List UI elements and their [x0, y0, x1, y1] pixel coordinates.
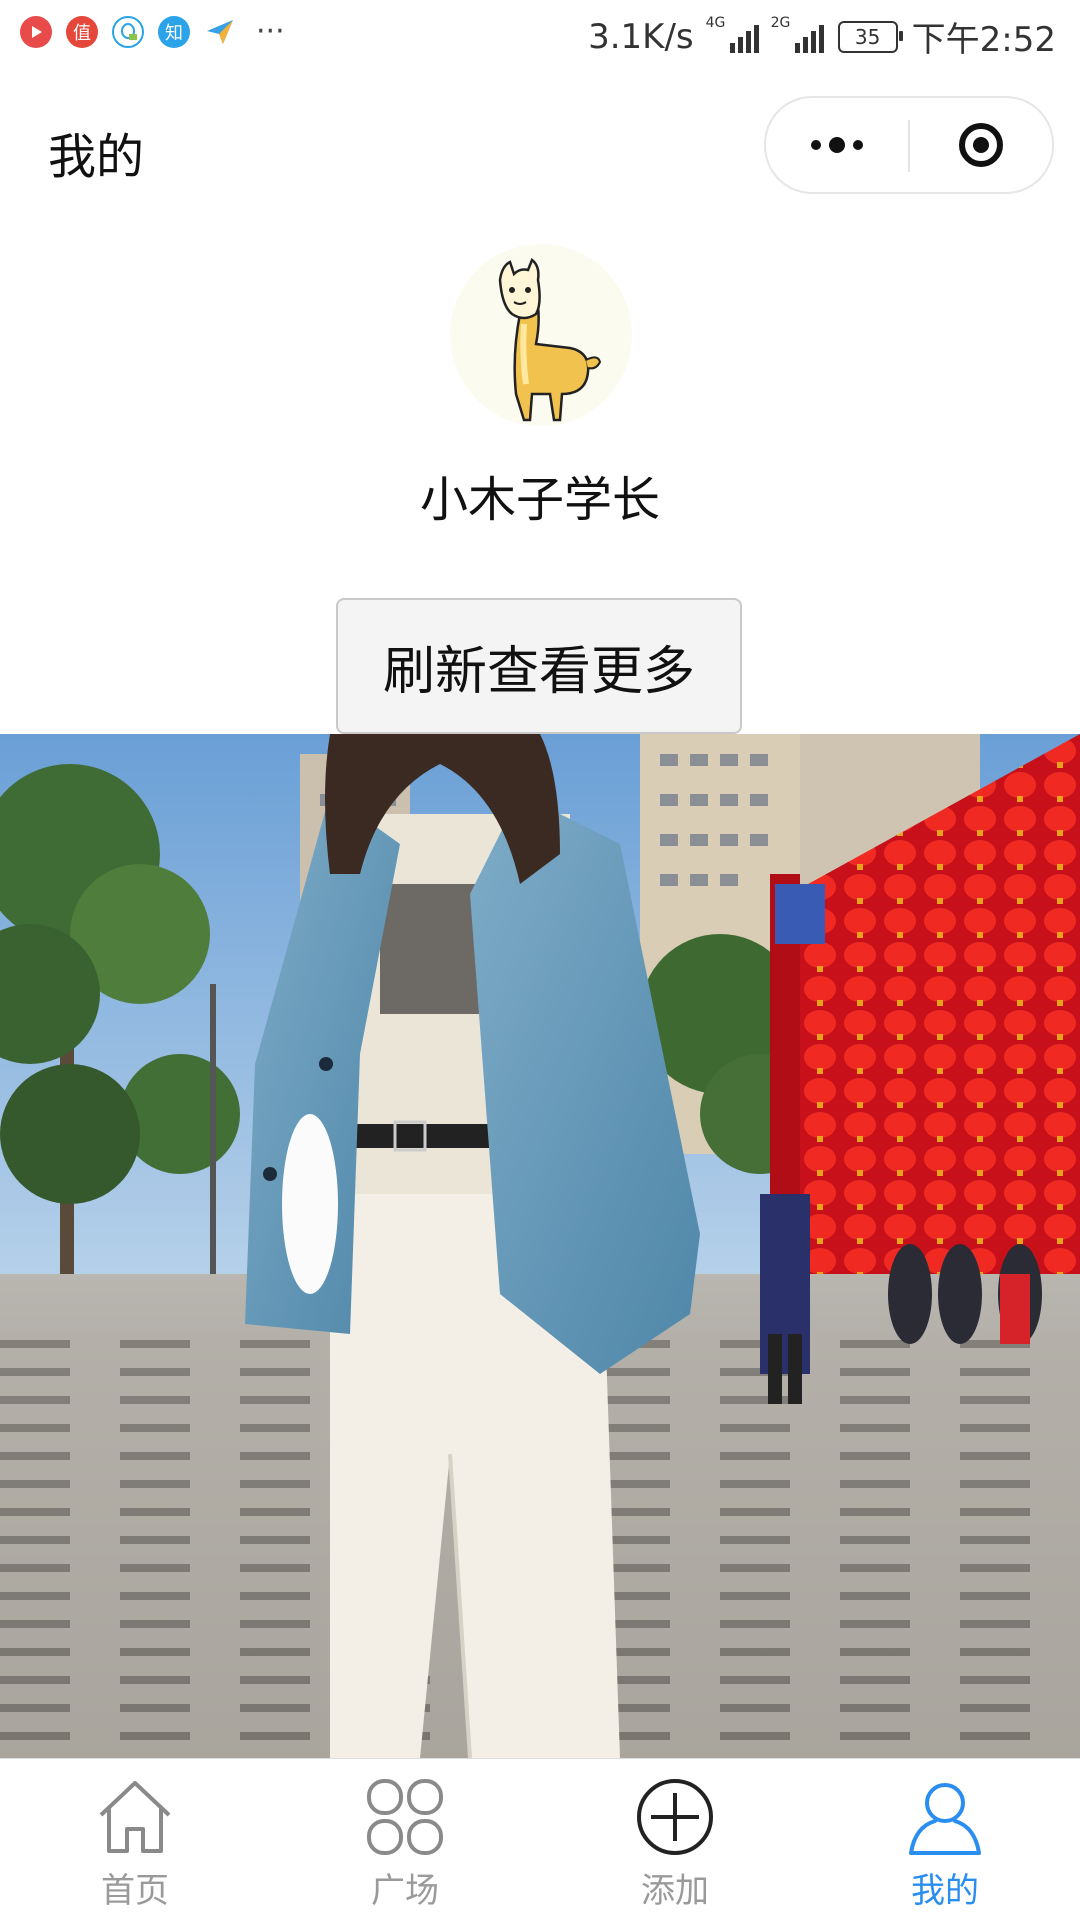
signal-2g-icon: 2G [771, 15, 824, 53]
more-notifications-icon: ··· [256, 14, 285, 49]
tab-add[interactable]: 添加 [540, 1759, 810, 1921]
username: 小木子学长 [419, 472, 660, 528]
signal-4g-label: 4G [705, 14, 726, 31]
status-bar: 值 知 ··· 3.1K/s 4G 2G 35 下午2:52 [0, 0, 1080, 72]
paper-plane-icon [204, 16, 236, 48]
tab-home-label: 首页 [101, 1871, 169, 1911]
zhihu-icon: 知 [158, 16, 190, 48]
grid-icon [367, 1779, 443, 1855]
page-title: 我的 [48, 129, 145, 185]
feed-photo[interactable] [0, 734, 1080, 1758]
battery-icon: 35 [837, 20, 903, 53]
street-photo-illustration [0, 734, 1080, 1758]
more-options-button[interactable] [766, 98, 908, 192]
video-app-icon [20, 16, 52, 48]
signal-2g-label: 2G [770, 14, 791, 31]
notification-icons: 值 知 ··· [20, 16, 285, 48]
qq-icon [112, 16, 144, 48]
tab-add-label: 添加 [641, 1871, 709, 1911]
tab-square[interactable]: 广场 [270, 1759, 540, 1921]
alpaca-illustration [450, 244, 632, 426]
refresh-more-button[interactable]: 刷新查看更多 [336, 598, 742, 734]
navigation-bar: 我的 [0, 72, 1080, 220]
plus-circle-icon [637, 1779, 713, 1855]
tab-square-label: 广场 [371, 1871, 439, 1911]
network-speed: 3.1K/s [588, 16, 694, 57]
target-icon [959, 123, 1003, 167]
zhi-app-icon: 值 [66, 16, 98, 48]
signal-4g-icon: 4G [706, 15, 759, 53]
tab-mine-label: 我的 [911, 1871, 979, 1911]
avatar[interactable] [450, 244, 632, 426]
system-status: 3.1K/s 4G 2G 35 下午2:52 [588, 12, 1056, 61]
mini-program-capsule [764, 96, 1054, 194]
user-icon [909, 1783, 981, 1855]
home-icon [99, 1781, 171, 1853]
close-mini-program-button[interactable] [910, 98, 1052, 192]
tab-home[interactable]: 首页 [0, 1759, 270, 1921]
tab-bar: 首页 广场 添加 我的 [0, 1758, 1080, 1921]
tab-mine[interactable]: 我的 [810, 1759, 1080, 1921]
clock: 下午2:52 [911, 20, 1056, 60]
